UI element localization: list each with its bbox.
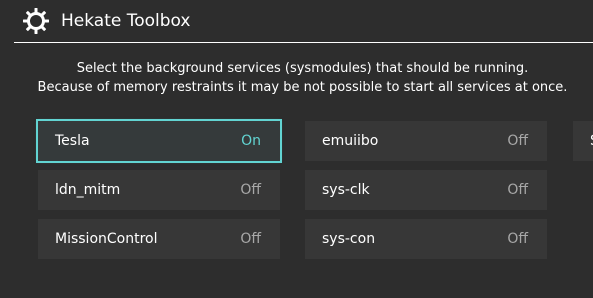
service-status: Off: [507, 133, 528, 149]
service-status: Off: [240, 182, 261, 198]
service-tile-partial[interactable]: S: [573, 121, 593, 161]
service-name: MissionControl: [55, 231, 158, 247]
service-tile-tesla[interactable]: Tesla On: [36, 119, 282, 163]
header-divider: [14, 42, 593, 43]
service-name: ldn_mitm: [55, 182, 121, 198]
service-tile-ldn-mitm[interactable]: ldn_mitm Off: [38, 170, 280, 210]
description-text: Select the background services (sysmodul…: [0, 59, 593, 97]
service-name: sys-clk: [322, 182, 370, 198]
description-line-1: Select the background services (sysmodul…: [76, 61, 529, 76]
service-status: Off: [240, 231, 261, 247]
service-tile-emuiibo[interactable]: emuiibo Off: [305, 121, 547, 161]
description-line-2: Because of memory restraints it may be n…: [37, 80, 568, 95]
gear-icon: [23, 8, 49, 34]
service-status: Off: [507, 231, 528, 247]
service-tile-sys-clk[interactable]: sys-clk Off: [305, 170, 547, 210]
app-header: Hekate Toolbox: [0, 0, 593, 42]
service-status: On: [241, 133, 261, 149]
service-name: emuiibo: [322, 133, 379, 149]
service-tile-sys-con[interactable]: sys-con Off: [305, 219, 547, 259]
service-status: Off: [507, 182, 528, 198]
service-name: Tesla: [55, 133, 90, 149]
app-title: Hekate Toolbox: [61, 11, 191, 31]
service-tile-missioncontrol[interactable]: MissionControl Off: [38, 219, 280, 259]
service-name: sys-con: [322, 231, 376, 247]
